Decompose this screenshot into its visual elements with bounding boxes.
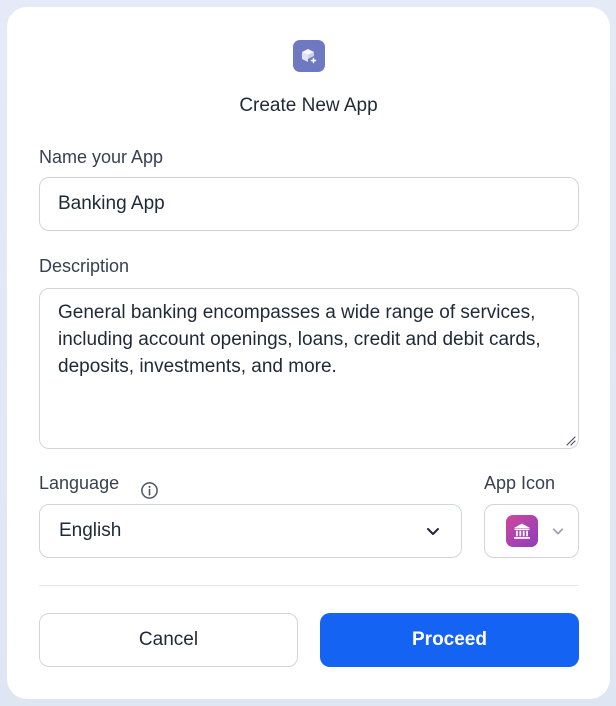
bank-icon xyxy=(506,515,538,547)
app-icon-select[interactable] xyxy=(484,504,579,558)
language-selected-value: English xyxy=(59,520,122,541)
app-name-input[interactable] xyxy=(40,178,578,230)
name-field[interactable] xyxy=(39,177,579,231)
info-icon[interactable] xyxy=(140,481,159,500)
description-label: Description xyxy=(39,256,130,276)
cancel-button[interactable]: Cancel xyxy=(39,613,298,667)
name-field-label: Name your App xyxy=(39,147,164,167)
proceed-button[interactable]: Proceed xyxy=(320,613,579,667)
create-app-dialog: Create New App Name your App Description… xyxy=(7,7,610,699)
language-select[interactable]: English xyxy=(39,504,462,558)
description-field[interactable]: General banking encompasses a wide range… xyxy=(39,288,579,449)
description-textarea[interactable]: General banking encompasses a wide range… xyxy=(40,289,578,447)
dialog-title: Create New App xyxy=(239,95,378,116)
language-label: Language xyxy=(39,473,120,493)
chevron-down-icon xyxy=(427,528,439,535)
app-icon-chevron-down-icon xyxy=(552,528,564,535)
divider xyxy=(39,585,578,586)
resize-handle-icon[interactable] xyxy=(564,434,576,446)
app-icon-label: App Icon xyxy=(484,473,556,493)
package-add-icon xyxy=(293,40,325,72)
